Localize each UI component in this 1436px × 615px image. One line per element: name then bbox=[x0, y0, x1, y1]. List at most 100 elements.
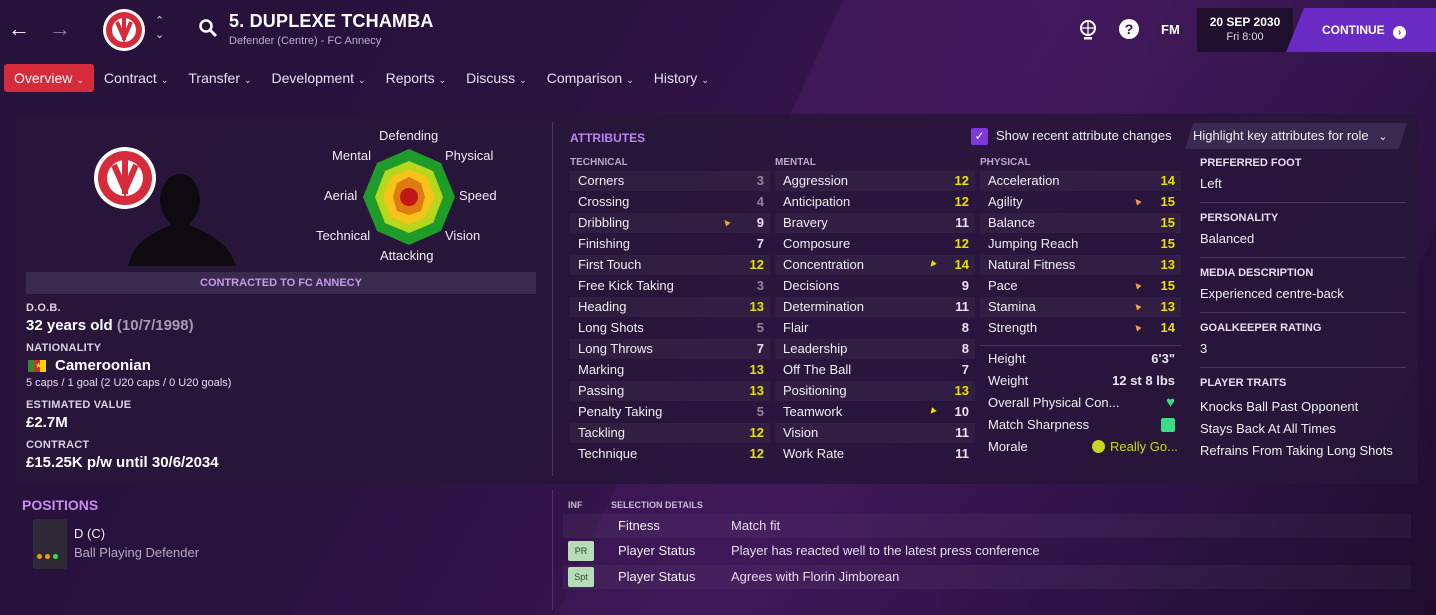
nationality-value[interactable]: Cameroonian bbox=[55, 357, 151, 374]
attribute-row[interactable]: Acceleration 14 bbox=[980, 171, 1181, 191]
attribute-row[interactable]: Decisions 9 bbox=[775, 276, 975, 296]
attribute-row[interactable]: Penalty Taking 5 bbox=[570, 402, 770, 422]
attribute-value: 3 bbox=[756, 278, 764, 293]
attribute-row[interactable]: Heading 13 bbox=[570, 297, 770, 317]
tab-label: Contract bbox=[103, 70, 157, 86]
position-pitch-icon bbox=[33, 519, 67, 569]
attribute-row[interactable]: Dribbling 9 ▲ bbox=[570, 213, 770, 233]
attribute-row[interactable]: Free Kick Taking 3 bbox=[570, 276, 770, 296]
attribute-row[interactable]: Balance 15 bbox=[980, 213, 1181, 233]
selection-row[interactable]: Spt Player Status Agrees with Florin Jim… bbox=[563, 565, 1411, 589]
attribute-row[interactable]: Jumping Reach 15 bbox=[980, 234, 1181, 254]
preferred-foot-value: Left bbox=[1200, 176, 1222, 191]
continue-label: CONTINUE bbox=[1322, 23, 1385, 37]
continue-button[interactable]: CONTINUE › bbox=[1286, 8, 1436, 52]
attribute-row[interactable]: Finishing 7 bbox=[570, 234, 770, 254]
selection-row[interactable]: Fitness Match fit bbox=[563, 514, 1411, 538]
attribute-name: Positioning bbox=[783, 383, 847, 398]
nationality-label: NATIONALITY bbox=[26, 342, 102, 354]
attribute-row[interactable]: Composure 12 bbox=[775, 234, 975, 254]
attribute-row[interactable]: Bravery 11 bbox=[775, 213, 975, 233]
attribute-radar-chart bbox=[363, 149, 455, 245]
attribute-name: Acceleration bbox=[988, 173, 1060, 188]
tab-transfer[interactable]: Transfer ⌄ bbox=[178, 64, 261, 92]
tab-development[interactable]: Development ⌄ bbox=[262, 64, 376, 92]
trait-item[interactable]: Knocks Ball Past Opponent bbox=[1200, 399, 1358, 414]
attribute-row[interactable]: Stamina 13 ▲ bbox=[980, 297, 1181, 317]
physical-info-row[interactable]: Height 6'3" bbox=[980, 349, 1181, 369]
info-name: Morale bbox=[988, 439, 1028, 454]
attribute-value: 7 bbox=[961, 362, 969, 377]
attribute-row[interactable]: Long Shots 5 bbox=[570, 318, 770, 338]
tab-comparison[interactable]: Comparison ⌄ bbox=[537, 64, 644, 92]
trait-item[interactable]: Refrains From Taking Long Shots bbox=[1200, 443, 1393, 458]
tab-label: Transfer bbox=[188, 70, 240, 86]
attribute-row[interactable]: First Touch 12 bbox=[570, 255, 770, 275]
trend-up-icon: ▲ bbox=[1130, 194, 1146, 210]
attribute-name: Long Throws bbox=[578, 341, 653, 356]
attribute-row[interactable]: Long Throws 7 bbox=[570, 339, 770, 359]
attribute-row[interactable]: Passing 13 bbox=[570, 381, 770, 401]
tab-overview[interactable]: Overview ⌄ bbox=[4, 64, 94, 92]
help-icon[interactable]: ? bbox=[1119, 19, 1139, 39]
attribute-value: 12 bbox=[749, 446, 764, 461]
attribute-value: 11 bbox=[955, 425, 969, 440]
attribute-row[interactable]: Marking 13 bbox=[570, 360, 770, 380]
attribute-name: Corners bbox=[578, 173, 625, 188]
trait-item[interactable]: Stays Back At All Times bbox=[1200, 421, 1336, 436]
trend-down-icon: ▼ bbox=[925, 404, 940, 420]
search-icon[interactable] bbox=[198, 18, 218, 38]
attribute-row[interactable]: Corners 3 bbox=[570, 171, 770, 191]
attribute-row[interactable]: Positioning 13 bbox=[775, 381, 975, 401]
player-cycle-icon[interactable]: ⌃ ⌄ bbox=[155, 14, 164, 42]
attribute-row[interactable]: Off The Ball 7 bbox=[775, 360, 975, 380]
globe-icon[interactable] bbox=[1078, 19, 1098, 41]
attribute-name: Flair bbox=[783, 320, 809, 335]
forward-arrow-icon[interactable]: → bbox=[45, 14, 75, 44]
attribute-value: 13 bbox=[749, 299, 764, 314]
club-badge-icon[interactable] bbox=[102, 8, 146, 52]
attribute-row[interactable]: Work Rate 11 bbox=[775, 444, 975, 464]
attribute-row[interactable]: Agility 15 ▲ bbox=[980, 192, 1181, 212]
attribute-row[interactable]: Concentration 14 ▼ bbox=[775, 255, 975, 275]
attribute-value: 13 bbox=[1160, 299, 1175, 314]
tab-history[interactable]: History ⌄ bbox=[644, 64, 719, 92]
attribute-row[interactable]: Natural Fitness 13 bbox=[980, 255, 1181, 275]
attribute-row[interactable]: Strength 14 ▲ bbox=[980, 318, 1181, 338]
selection-row[interactable]: PR Player Status Player has reacted well… bbox=[563, 539, 1411, 563]
show-changes-checkbox[interactable]: ✓ bbox=[971, 128, 988, 145]
tab-discuss[interactable]: Discuss ⌄ bbox=[456, 64, 537, 92]
info-value: 12 st 8 lbs bbox=[1112, 373, 1175, 388]
divider bbox=[1200, 312, 1406, 313]
back-arrow-icon[interactable]: ← bbox=[4, 14, 34, 44]
fm-menu-button[interactable]: FM bbox=[1161, 22, 1180, 37]
attribute-name: Free Kick Taking bbox=[578, 278, 674, 293]
physical-info-row[interactable]: Morale Really Go... bbox=[980, 437, 1181, 457]
value-label: ESTIMATED VALUE bbox=[26, 399, 132, 411]
player-subtitle: Defender (Centre) - FC Annecy bbox=[229, 35, 382, 47]
attribute-row[interactable]: Aggression 12 bbox=[775, 171, 975, 191]
attribute-row[interactable]: Vision 11 bbox=[775, 423, 975, 443]
physical-info-row[interactable]: Overall Physical Con... ♥ bbox=[980, 393, 1181, 413]
attribute-name: Pace bbox=[988, 278, 1018, 293]
attribute-row[interactable]: Anticipation 12 bbox=[775, 192, 975, 212]
attribute-row[interactable]: Tackling 12 bbox=[570, 423, 770, 443]
physical-info-row[interactable]: Match Sharpness bbox=[980, 415, 1181, 435]
highlight-role-dropdown[interactable]: Highlight key attributes for role ⌄ bbox=[1185, 123, 1407, 149]
physical-info-row[interactable]: Weight 12 st 8 lbs bbox=[980, 371, 1181, 391]
tab-contract[interactable]: Contract ⌄ bbox=[94, 64, 178, 92]
attribute-name: Long Shots bbox=[578, 320, 644, 335]
chevron-down-icon: ⌄ bbox=[243, 75, 252, 85]
attribute-row[interactable]: Teamwork 10 ▼ bbox=[775, 402, 975, 422]
estimated-value: £2.7M bbox=[26, 414, 68, 431]
attribute-row[interactable]: Crossing 4 bbox=[570, 192, 770, 212]
attribute-row[interactable]: Pace 15 ▲ bbox=[980, 276, 1181, 296]
attribute-value: 5 bbox=[756, 320, 764, 335]
attribute-name: Leadership bbox=[783, 341, 848, 356]
chevron-down-icon: ⌄ bbox=[519, 75, 527, 85]
attribute-row[interactable]: Flair 8 bbox=[775, 318, 975, 338]
tab-reports[interactable]: Reports ⌄ bbox=[376, 64, 457, 92]
attribute-row[interactable]: Technique 12 bbox=[570, 444, 770, 464]
attribute-row[interactable]: Determination 11 bbox=[775, 297, 975, 317]
attribute-row[interactable]: Leadership 8 bbox=[775, 339, 975, 359]
